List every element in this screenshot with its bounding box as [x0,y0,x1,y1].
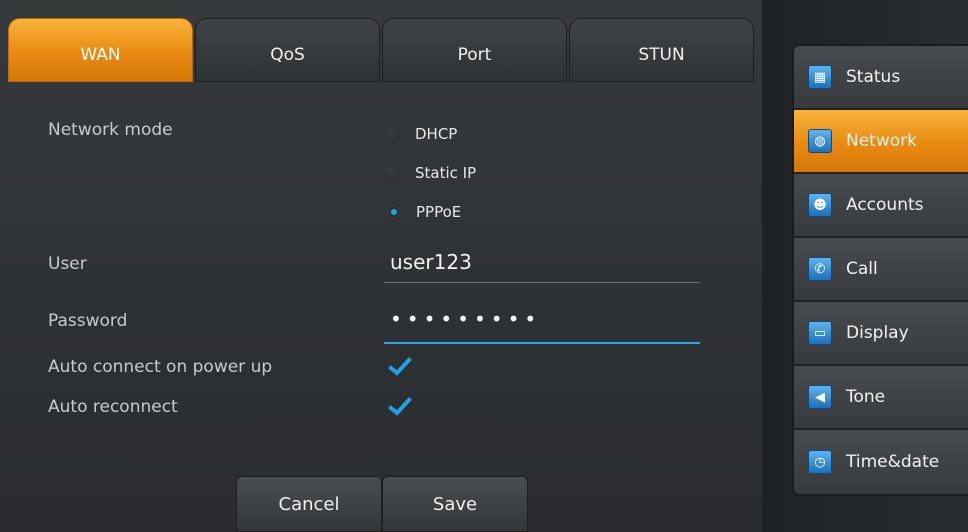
phone-icon: ✆ [808,257,832,281]
sidebar: ▦ Status ◍ Network ☻ Accounts ✆ Call ▭ D… [762,0,968,532]
sidebar-menu: ▦ Status ◍ Network ☻ Accounts ✆ Call ▭ D… [792,44,968,496]
sidebar-item-label: Call [846,259,878,279]
radio-pppoe-label: PPPoE [416,203,462,221]
user-underline [384,282,700,283]
user-label: User [48,254,87,274]
action-bar: Cancel Save [236,476,528,532]
accounts-icon: ☻ [808,193,832,217]
globe-icon: ◍ [808,129,832,153]
speaker-icon: ◀ [808,385,832,409]
radio-dhcp-indicator[interactable] [386,127,400,141]
radio-pppoe[interactable]: PPPoE [386,203,461,221]
save-button[interactable]: Save [382,476,528,532]
password-underline [384,342,700,344]
sidebar-item-label: Network [846,131,917,151]
status-icon: ▦ [808,65,832,89]
auto-reconnect-checkbox[interactable] [388,397,412,417]
sidebar-item-label: Status [846,67,901,87]
sidebar-item-label: Time&date [846,452,940,472]
network-mode-label: Network mode [48,120,173,140]
clock-icon: ◷ [808,450,832,474]
radio-static-ip[interactable]: Static IP [386,164,476,182]
cancel-button[interactable]: Cancel [236,476,382,532]
user-value[interactable]: user123 [384,250,700,274]
sidebar-item-accounts[interactable]: ☻ Accounts [794,174,968,238]
sidebar-item-status[interactable]: ▦ Status [794,46,968,110]
settings-panel: WAN QoS Port STUN Network mode DHCP Stat… [0,0,762,532]
auto-reconnect-label: Auto reconnect [48,397,178,417]
password-field[interactable]: ••••••••• [384,308,700,344]
checkmark-icon [388,397,412,416]
sidebar-item-time-date[interactable]: ◷ Time&date [794,430,968,494]
auto-connect-checkbox[interactable] [388,357,412,377]
wan-form: Network mode DHCP Static IP PPPoE User u… [0,0,762,532]
user-field[interactable]: user123 [384,250,700,283]
radio-dhcp-label: DHCP [415,125,458,143]
monitor-icon: ▭ [808,321,832,345]
radio-static-ip-indicator[interactable] [386,166,400,180]
sidebar-item-tone[interactable]: ◀ Tone [794,366,968,430]
sidebar-item-label: Tone [846,387,886,407]
sidebar-item-label: Display [846,323,909,343]
sidebar-item-display[interactable]: ▭ Display [794,302,968,366]
password-label: Password [48,311,128,331]
radio-dhcp[interactable]: DHCP [386,125,457,143]
checkmark-icon [388,357,412,376]
sidebar-item-network[interactable]: ◍ Network [794,110,968,174]
radio-pppoe-indicator[interactable] [388,206,400,218]
radio-static-ip-label: Static IP [415,164,477,182]
sidebar-item-call[interactable]: ✆ Call [794,238,968,302]
sidebar-item-label: Accounts [846,195,924,215]
password-value[interactable]: ••••••••• [384,308,700,330]
auto-connect-label: Auto connect on power up [48,357,273,377]
